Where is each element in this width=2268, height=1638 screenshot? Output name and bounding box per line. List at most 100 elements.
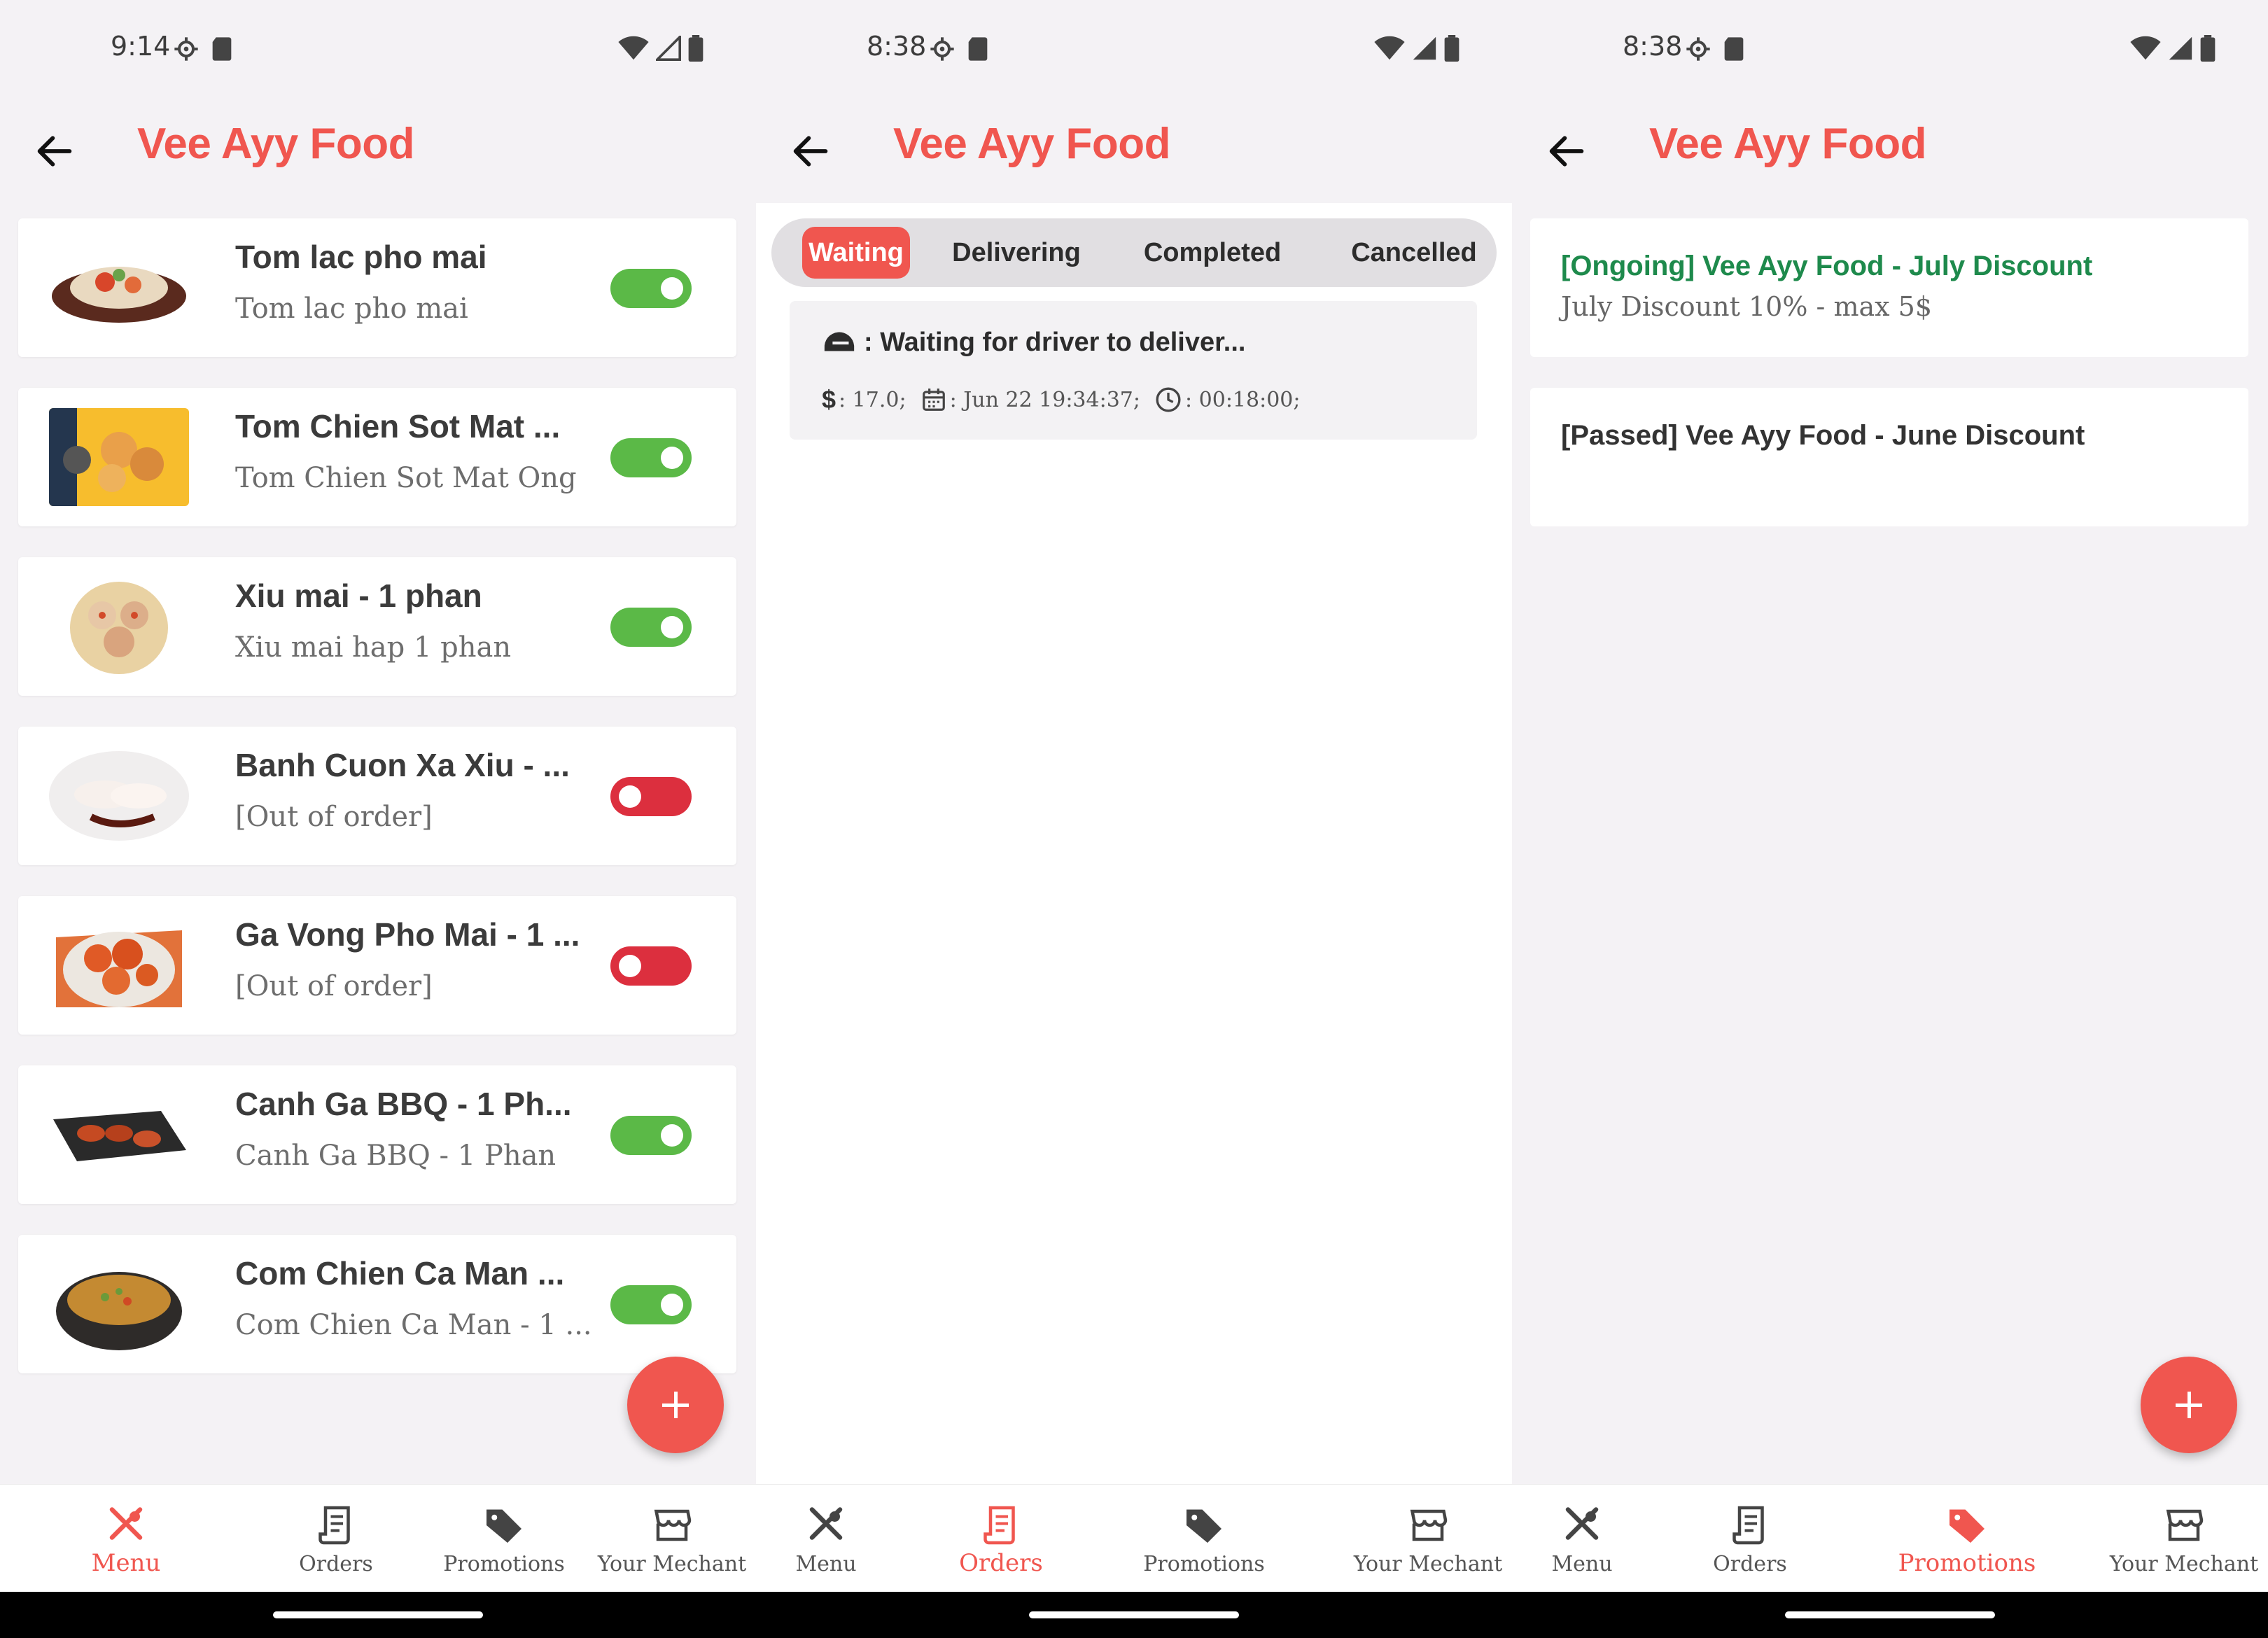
back-arrow-icon[interactable] (1544, 129, 1589, 174)
nav-label: Your Mechant (2109, 1552, 2259, 1576)
food-name: Canh Ga BBQ - 1 Ph... (235, 1086, 572, 1122)
home-indicator[interactable] (273, 1611, 483, 1618)
toggle-knob (661, 1124, 683, 1147)
availability-toggle[interactable] (610, 608, 692, 647)
toggle-knob (661, 447, 683, 469)
nav-label: Orders (1713, 1552, 1787, 1576)
calendar-icon (922, 388, 945, 411)
promotion-item[interactable]: [Passed] Vee Ayy Food - June Discount (1530, 388, 2248, 526)
food-description: Canh Ga BBQ - 1 Phan (235, 1140, 556, 1172)
home-indicator[interactable] (1785, 1611, 1995, 1618)
food-name: Com Chien Ca Man ... (235, 1255, 565, 1292)
nav-menu[interactable]: Menu (1519, 1485, 1645, 1592)
nav-merchant[interactable]: Your Mechant (2107, 1485, 2261, 1592)
nav-label: Your Mechant (597, 1552, 747, 1576)
order-price: : 17.0; (839, 387, 906, 412)
nav-label: Menu (1551, 1552, 1613, 1576)
food-name: Tom lac pho mai (235, 239, 487, 275)
sd-card-icon (212, 37, 232, 61)
availability-toggle[interactable] (610, 1116, 692, 1155)
nav-label: Promotions (443, 1552, 565, 1576)
nav-promotions[interactable]: Promotions (427, 1485, 581, 1592)
sd-card-icon (1724, 37, 1744, 61)
nav-orders[interactable]: Orders (1687, 1485, 1813, 1592)
tab-delivering[interactable]: Delivering (946, 227, 1086, 279)
receipt-icon (983, 1506, 1015, 1545)
gesture-bar (0, 1592, 756, 1638)
store-icon (2166, 1509, 2204, 1541)
wifi-icon (618, 36, 649, 60)
nav-orders[interactable]: Orders (266, 1485, 406, 1592)
order-card[interactable]: : Waiting for driver to deliver... $: 17… (790, 301, 1477, 440)
settings-icon (930, 37, 954, 61)
food-description: Xiu mai hap 1 phan (235, 631, 512, 664)
nav-merchant[interactable]: Your Mechant (1351, 1485, 1505, 1592)
nav-label: Menu (91, 1549, 161, 1577)
nav-menu[interactable]: Menu (56, 1485, 196, 1592)
promotion-item[interactable]: [Ongoing] Vee Ayy Food - July Discount J… (1530, 218, 2248, 357)
nav-label: Your Mechant (1353, 1552, 1503, 1576)
promotion-title: [Passed] Vee Ayy Food - June Discount (1561, 420, 2085, 451)
food-name: Tom Chien Sot Mat ... (235, 408, 561, 444)
plus-icon-stroke (2188, 1392, 2191, 1418)
receipt-icon (318, 1506, 350, 1545)
menu-item[interactable]: Tom Chien Sot Mat ... Tom Chien Sot Mat … (18, 388, 736, 526)
back-arrow-icon[interactable] (32, 129, 77, 174)
food-description: [Out of order] (235, 970, 433, 1002)
app-title: Vee Ayy Food (1649, 120, 1926, 168)
nav-promotions[interactable]: Promotions (1883, 1485, 2051, 1592)
menu-item[interactable]: Ga Vong Pho Mai - 1 ... [Out of order] (18, 896, 736, 1035)
food-description: Com Chien Ca Man - 1 ... (235, 1309, 592, 1341)
food-name: Ga Vong Pho Mai - 1 ... (235, 916, 580, 953)
food-description: Tom lac pho mai (235, 293, 468, 325)
menu-item[interactable]: Tom lac pho mai Tom lac pho mai (18, 218, 736, 357)
food-description: [Out of order] (235, 801, 433, 833)
status-bar: 8:38 (756, 0, 1512, 98)
tab-completed[interactable]: Completed (1135, 227, 1289, 279)
toggle-knob (661, 1294, 683, 1316)
availability-toggle[interactable] (610, 946, 692, 986)
dollar-icon: $ (822, 385, 836, 414)
tab-waiting[interactable]: Waiting (802, 227, 910, 279)
food-image (49, 1086, 189, 1184)
toggle-knob (619, 955, 641, 977)
status-time: 8:38 (867, 31, 927, 62)
home-indicator[interactable] (1029, 1611, 1239, 1618)
settings-icon (1686, 37, 1710, 61)
menu-screen: 9:14 Vee Ayy Food Tom lac pho mai Tom la… (0, 0, 756, 1638)
menu-item[interactable]: Banh Cuon Xa Xiu - ... [Out of order] (18, 727, 736, 865)
menu-item[interactable]: Com Chien Ca Man ... Com Chien Ca Man - … (18, 1235, 736, 1373)
food-image (49, 747, 189, 845)
nav-orders[interactable]: Orders (924, 1485, 1078, 1592)
app-bar: Vee Ayy Food (1512, 105, 2268, 203)
order-duration: : 00:18:00; (1185, 387, 1301, 412)
menu-item[interactable]: Xiu mai - 1 phan Xiu mai hap 1 phan (18, 557, 736, 696)
back-arrow-icon[interactable] (788, 129, 833, 174)
availability-toggle[interactable] (610, 1285, 692, 1324)
store-icon (654, 1509, 692, 1541)
status-time: 9:14 (111, 31, 171, 62)
food-image (49, 578, 189, 676)
availability-toggle[interactable] (610, 269, 692, 308)
nav-promotions[interactable]: Promotions (1127, 1485, 1281, 1592)
status-time: 8:38 (1623, 31, 1683, 62)
fork-knife-icon (1565, 1507, 1599, 1540)
bottom-navigation: Menu Orders Promotions Your Mechant (0, 1484, 756, 1592)
nav-label: Menu (795, 1552, 857, 1576)
availability-toggle[interactable] (610, 438, 692, 477)
signal-icon (656, 36, 681, 61)
signal-icon (2169, 36, 2192, 60)
tag-icon (486, 1509, 522, 1543)
food-description: Tom Chien Sot Mat Ong (235, 462, 577, 494)
clock-icon (1156, 387, 1181, 412)
nav-label: Promotions (1898, 1549, 2036, 1577)
menu-item[interactable]: Canh Ga BBQ - 1 Ph... Canh Ga BBQ - 1 Ph… (18, 1065, 736, 1204)
settings-icon (174, 37, 198, 61)
nav-menu[interactable]: Menu (763, 1485, 889, 1592)
tab-cancelled[interactable]: Cancelled (1336, 227, 1492, 279)
nav-merchant[interactable]: Your Mechant (595, 1485, 749, 1592)
add-menu-item-button[interactable] (627, 1357, 724, 1453)
orders-screen: 8:38 Vee Ayy Food Waiting Delivering Com… (756, 0, 1512, 1638)
add-promotion-button[interactable] (2141, 1357, 2237, 1453)
availability-toggle[interactable] (610, 777, 692, 816)
